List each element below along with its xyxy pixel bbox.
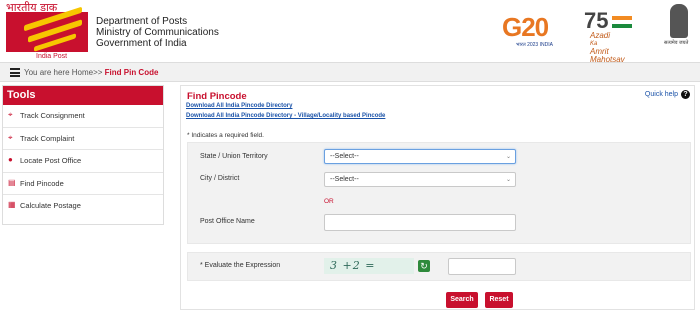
page-title: Find Pincode [187,91,247,102]
logo-mark-icon [6,6,88,52]
state-select[interactable]: --Select-- ⌄ [324,149,516,164]
state-select-value: --Select-- [330,153,359,160]
reset-button[interactable]: Reset [485,292,513,308]
menu-icon[interactable] [10,68,20,77]
sidebar-item-locate-post-office[interactable]: ● Locate Post Office [3,150,163,173]
india-post-logo[interactable]: भारतीय डाक India Post [2,0,88,62]
map-pin-icon: ● [8,155,13,164]
quick-help-link[interactable]: Quick help [645,91,678,98]
g20-sub: भारत 2023 INDIA [516,42,553,48]
crosshair-icon: ⌖ [8,132,13,142]
captcha-image: 3 +2 = [324,258,414,274]
crosshair-icon: ⌖ [8,110,13,119]
azadi-text: Azadi Ka Amrit Mahotsav [590,32,642,64]
azadi-logo: 75 Azadi Ka Amrit Mahotsav [582,8,642,64]
emblem-icon [670,4,688,38]
search-doc-icon: ▤ [8,177,16,187]
national-emblem: सत्यमेव जयते [664,4,694,48]
azadi-line-1: Azadi [590,31,611,40]
city-label: City / District [200,175,240,182]
search-button[interactable]: Search [446,292,478,308]
sidebar-item-label: Locate Post Office [20,156,82,165]
download-all-india-link[interactable]: Download All India Pincode Directory [186,103,292,109]
sidebar-item-label: Track Complaint [20,133,75,143]
g20-logo: G20 भारत 2023 INDIA [502,12,556,52]
sidebar-item-track-complaint[interactable]: ⌖ Track Complaint [3,128,163,150]
sidebar-item-track-consignment[interactable]: ⌖ Track Consignment [3,105,163,128]
captcha-answer-input[interactable] [448,258,516,275]
breadcrumb: You are here Home>> Find Pin Code [24,68,158,77]
sidebar-item-find-pincode[interactable]: ▤ Find Pincode [3,173,163,195]
or-separator: OR [324,198,334,205]
breadcrumb-current: Find Pin Code [104,68,159,77]
tools-title: Tools [3,86,163,105]
dept-line-3: Government of India [96,38,187,49]
g20-text: G20 [502,12,549,42]
dept-line-2: Ministry of Communications [96,27,219,38]
sidebar-item-calculate-postage[interactable]: ▦ Calculate Postage [3,195,163,218]
site-header: भारतीय डाक India Post Department of Post… [0,0,700,64]
emblem-caption: सत्यमेव जयते [664,40,689,46]
chevron-down-icon: ⌄ [505,154,511,160]
breadcrumb-prefix[interactable]: You are here Home>> [24,68,105,77]
post-office-label: Post Office Name [200,218,255,225]
sidebar-item-label: Calculate Postage [20,201,81,210]
captcha-section: * Evaluate the Expression 3 +2 = ↻ [187,252,691,281]
search-form: State / Union Territory --Select-- ⌄ Cit… [187,142,691,244]
post-office-input[interactable] [324,214,516,231]
calculator-icon: ▦ [8,200,16,209]
refresh-captcha-icon[interactable]: ↻ [418,260,430,272]
chevron-down-icon: ⌄ [505,177,511,183]
city-select[interactable]: --Select-- ⌄ [324,172,516,187]
captcha-label: * Evaluate the Expression [200,262,281,269]
dept-line-1: Department of Posts [96,16,188,27]
required-note: * Indicates a required field. [187,132,264,139]
download-village-link[interactable]: Download All India Pincode Directory - V… [186,113,385,119]
sidebar-item-label: Find Pincode [20,178,64,188]
sidebar-item-label: Track Consignment [20,111,85,120]
breadcrumb-bar: You are here Home>> Find Pin Code [0,62,700,82]
state-label: State / Union Territory [200,153,268,160]
help-icon[interactable]: ? [681,90,690,99]
tricolor-flag-icon [612,16,632,28]
tools-sidebar: Tools ⌖ Track Consignment ⌖ Track Compla… [2,85,164,225]
logo-caption: India Post [36,53,68,60]
find-pincode-panel: Find Pincode Download All India Pincode … [180,85,695,310]
city-select-value: --Select-- [330,176,359,183]
department-name: Department of Posts Ministry of Communic… [96,16,219,49]
